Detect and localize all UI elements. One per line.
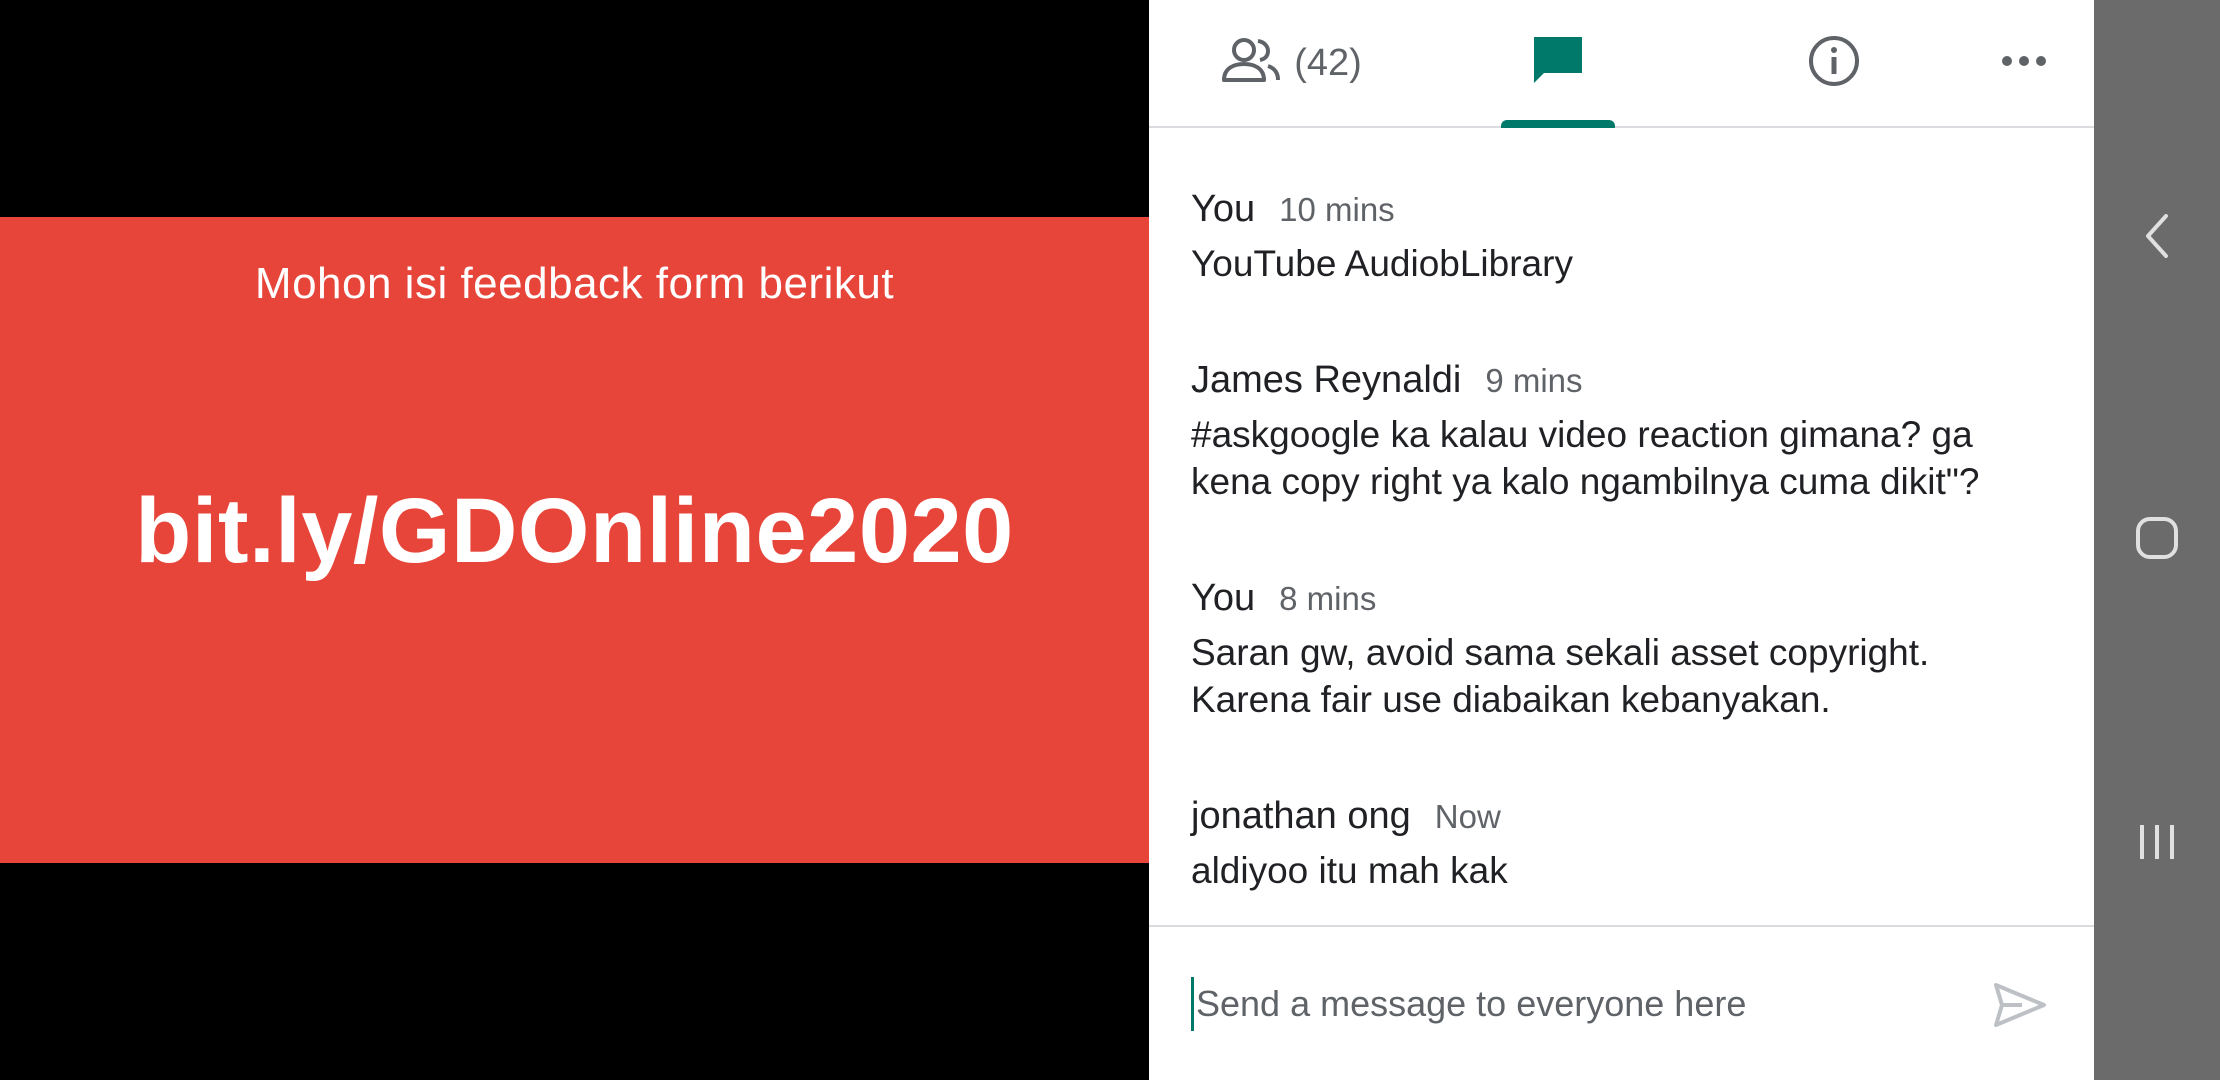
send-icon — [1992, 981, 2048, 1034]
home-icon — [2134, 515, 2180, 566]
chat-panel: (42) You 10 mins YouTube AudiobLibrary J… — [1149, 0, 2094, 1080]
active-tab-indicator — [1501, 120, 1615, 128]
back-icon — [2142, 212, 2172, 265]
more-horizontal-icon — [2001, 54, 2047, 73]
message-input[interactable]: Send a message to everyone here — [1191, 977, 1971, 1031]
message-time: 10 mins — [1279, 191, 1395, 228]
message-sender: You — [1191, 577, 1256, 619]
presentation-slide: Mohon isi feedback form berikut bit.ly/G… — [0, 217, 1149, 863]
message-line: #askgoogle ka kalau video reaction giman… — [1191, 414, 1973, 455]
slide-link: bit.ly/GDOnline2020 — [135, 480, 1014, 582]
chat-message: James Reynaldi 9 mins #askgoogle ka kala… — [1191, 359, 2071, 505]
message-time: 9 mins — [1485, 362, 1583, 399]
message-composer: Send a message to everyone here — [1149, 925, 2094, 1080]
participant-count: (42) — [1294, 41, 1362, 84]
recents-icon — [2136, 821, 2178, 868]
message-time: Now — [1434, 798, 1501, 835]
tab-chat[interactable] — [1501, 0, 1615, 128]
panel-tab-bar: (42) — [1149, 0, 2094, 128]
home-button[interactable] — [2117, 500, 2197, 580]
app-root: Mohon isi feedback form berikut bit.ly/G… — [0, 0, 2220, 1080]
tab-people[interactable]: (42) — [1201, 0, 1381, 126]
send-button[interactable] — [1985, 977, 2055, 1037]
message-line: aldiyoo itu mah kak — [1191, 850, 1508, 891]
message-time: 8 mins — [1279, 580, 1377, 617]
message-text: aldiyoo itu mah kak — [1191, 847, 2071, 894]
recents-button[interactable] — [2117, 804, 2197, 884]
message-line: kena copy right ya kalo ngambilnya cuma … — [1191, 461, 1980, 502]
message-text: Saran gw, avoid sama sekali asset copyri… — [1191, 629, 2071, 723]
chat-message: You 8 mins Saran gw, avoid sama sekali a… — [1191, 577, 2071, 723]
back-button[interactable] — [2117, 198, 2197, 278]
message-sender: James Reynaldi — [1191, 359, 1462, 401]
system-nav-bar — [2094, 0, 2220, 1080]
message-line: Saran gw, avoid sama sekali asset copyri… — [1191, 632, 1930, 673]
message-sender: jonathan ong — [1191, 795, 1411, 837]
message-text: YouTube AudiobLibrary — [1191, 240, 2071, 287]
people-icon — [1220, 36, 1282, 91]
slide-subtitle: Mohon isi feedback form berikut — [254, 259, 895, 308]
presentation-stage: Mohon isi feedback form berikut bit.ly/G… — [0, 0, 1149, 1080]
more-options-button[interactable] — [1979, 0, 2069, 126]
chat-message: You 10 mins YouTube AudiobLibrary — [1191, 188, 2071, 287]
message-line: YouTube AudiobLibrary — [1191, 243, 1573, 284]
message-sender: You — [1191, 188, 1256, 230]
message-text: #askgoogle ka kalau video reaction giman… — [1191, 411, 2071, 505]
chat-icon — [1530, 33, 1586, 94]
info-icon — [1807, 34, 1861, 93]
tab-info[interactable] — [1789, 0, 1879, 126]
message-line: Karena fair use diabaikan kebanyakan. — [1191, 679, 1831, 720]
chat-message: jonathan ong Now aldiyoo itu mah kak — [1191, 795, 2071, 894]
